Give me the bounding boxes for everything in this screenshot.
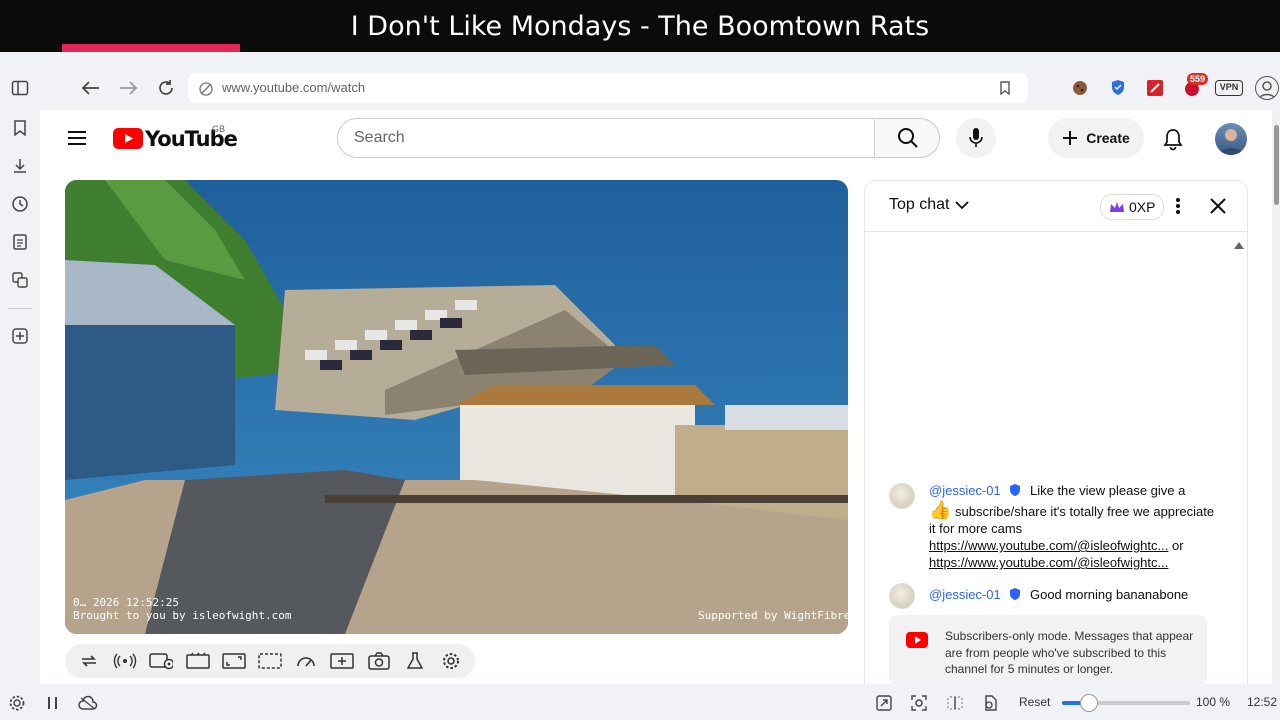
video-player[interactable]: 0… 2026 12:52:25 Brought to you by isleo… bbox=[65, 180, 848, 634]
chat-header-divider bbox=[865, 231, 1247, 232]
voice-search-button[interactable] bbox=[956, 118, 996, 158]
create-label: Create bbox=[1086, 130, 1130, 146]
clock: 12:52 bbox=[1247, 695, 1278, 709]
chat-link-1[interactable]: https://www.youtube.com/@isleofwightc... bbox=[929, 538, 1168, 553]
cinema-mode-icon[interactable] bbox=[186, 650, 210, 672]
profile-icon[interactable] bbox=[1255, 76, 1279, 100]
more-options-icon[interactable] bbox=[1170, 196, 1186, 216]
sidebar-panel-icon[interactable] bbox=[10, 78, 30, 98]
mini-player-icon[interactable] bbox=[258, 650, 282, 672]
browser-sidebar bbox=[0, 52, 40, 720]
video-credit-overlay: Brought to you by isleofwight.com bbox=[73, 609, 292, 622]
sidebar-divider bbox=[8, 308, 32, 309]
video-datetime-overlay: 0… 2026 12:52:25 bbox=[73, 596, 179, 609]
chat-message-text: Good morning bananabone bbox=[1029, 587, 1189, 602]
crown-icon bbox=[1110, 202, 1124, 212]
close-chat-icon[interactable] bbox=[1209, 197, 1227, 215]
microphone-icon bbox=[969, 128, 983, 147]
chat-mode-dropdown[interactable]: Top chat bbox=[889, 196, 970, 214]
video-sponsor-overlay: Supported by WightFibre bbox=[698, 609, 848, 622]
screenshot-icon[interactable] bbox=[367, 650, 391, 672]
forward-button[interactable] bbox=[114, 74, 142, 102]
url-text[interactable]: www.youtube.com/watch bbox=[222, 80, 365, 95]
panel-toggle-icon[interactable] bbox=[43, 693, 63, 713]
youtube-notice-icon bbox=[906, 632, 928, 648]
search-icon bbox=[897, 128, 918, 148]
downloads-icon[interactable] bbox=[10, 156, 30, 176]
loop-icon[interactable] bbox=[77, 650, 101, 672]
page-scrollbar-thumb[interactable] bbox=[1274, 125, 1279, 205]
zoom-level: 100 % bbox=[1196, 695, 1231, 709]
zoom-slider-handle[interactable] bbox=[1080, 694, 1098, 712]
enhance-icon[interactable] bbox=[330, 650, 354, 672]
page-actions-icon[interactable] bbox=[980, 693, 1000, 713]
bookmark-sidebar-icon[interactable] bbox=[10, 118, 30, 138]
search-placeholder: Search bbox=[354, 129, 405, 146]
notifications-icon[interactable] bbox=[1162, 127, 1184, 151]
xp-badge[interactable]: 0XP bbox=[1100, 194, 1165, 220]
avatar[interactable] bbox=[1215, 123, 1247, 155]
search-button[interactable] bbox=[876, 118, 940, 158]
broadcast-icon[interactable] bbox=[113, 650, 137, 672]
settings-icon[interactable] bbox=[7, 693, 27, 713]
notes-icon[interactable] bbox=[10, 232, 30, 252]
expand-icon[interactable] bbox=[874, 693, 894, 713]
chat-scroll-up-icon[interactable] bbox=[1234, 236, 1244, 249]
add-panel-icon[interactable] bbox=[10, 326, 30, 346]
chevron-down-icon bbox=[955, 201, 970, 210]
verified-shield-icon bbox=[1010, 484, 1021, 496]
create-button[interactable]: Create bbox=[1048, 118, 1144, 158]
bookmark-page-icon[interactable] bbox=[998, 80, 1014, 96]
pdf-extension-icon[interactable] bbox=[1145, 78, 1165, 98]
chat-message: @jessiec-01 Like the view please give a … bbox=[929, 482, 1219, 571]
fit-screen-icon[interactable] bbox=[222, 650, 246, 672]
translate-icon[interactable] bbox=[10, 270, 30, 290]
capture-icon[interactable] bbox=[909, 693, 929, 713]
zoom-reset-button[interactable]: Reset bbox=[1019, 695, 1050, 709]
chat-author-avatar[interactable] bbox=[889, 483, 915, 509]
tile-tabs-icon[interactable] bbox=[945, 693, 965, 713]
search-input[interactable] bbox=[337, 118, 875, 158]
chat-author-name[interactable]: @jessiec-01 bbox=[929, 587, 1001, 602]
cloud-sync-icon[interactable] bbox=[78, 693, 98, 713]
menu-icon[interactable] bbox=[66, 128, 88, 148]
region-code: GB bbox=[212, 124, 226, 134]
thumbs-up-icon: 👍 bbox=[929, 500, 952, 520]
cookie-extension-icon[interactable] bbox=[1070, 78, 1090, 98]
extension-badge: 559 bbox=[1187, 73, 1209, 85]
lab-flask-icon[interactable] bbox=[403, 650, 427, 672]
xp-label: 0XP bbox=[1129, 199, 1156, 215]
shield-extension-icon[interactable] bbox=[1108, 78, 1128, 98]
video-frame: 0… 2026 12:52:25 Brought to you by isleo… bbox=[65, 180, 848, 634]
settings-gear-icon[interactable] bbox=[439, 650, 463, 672]
chat-link-2[interactable]: https://www.youtube.com/@isleofwightc... bbox=[929, 555, 1168, 570]
site-info-icon[interactable] bbox=[198, 81, 214, 97]
reload-button[interactable] bbox=[152, 74, 180, 102]
plus-icon bbox=[1063, 131, 1078, 145]
youtube-logo-icon[interactable] bbox=[113, 128, 143, 149]
history-icon[interactable] bbox=[10, 194, 30, 214]
screen-record-icon[interactable] bbox=[149, 650, 173, 672]
vpn-button[interactable]: VPN bbox=[1215, 80, 1243, 96]
chat-message-text-2: subscribe/share it's totally free we app… bbox=[929, 504, 1215, 536]
chat-author-name[interactable]: @jessiec-01 bbox=[929, 483, 1001, 498]
chat-message-or: or bbox=[1171, 538, 1184, 553]
chat-message-text: Like the view please give a bbox=[1029, 483, 1186, 498]
chat-mode-label: Top chat bbox=[889, 196, 950, 213]
chat-message: @jessiec-01 Good morning bananabone bbox=[929, 586, 1219, 603]
notice-text: Subscribers-only mode. Messages that app… bbox=[945, 629, 1194, 676]
playback-speed-icon[interactable] bbox=[294, 650, 318, 672]
verified-shield-icon bbox=[1010, 588, 1021, 600]
chat-author-avatar[interactable] bbox=[889, 583, 915, 609]
back-button[interactable] bbox=[77, 74, 105, 102]
